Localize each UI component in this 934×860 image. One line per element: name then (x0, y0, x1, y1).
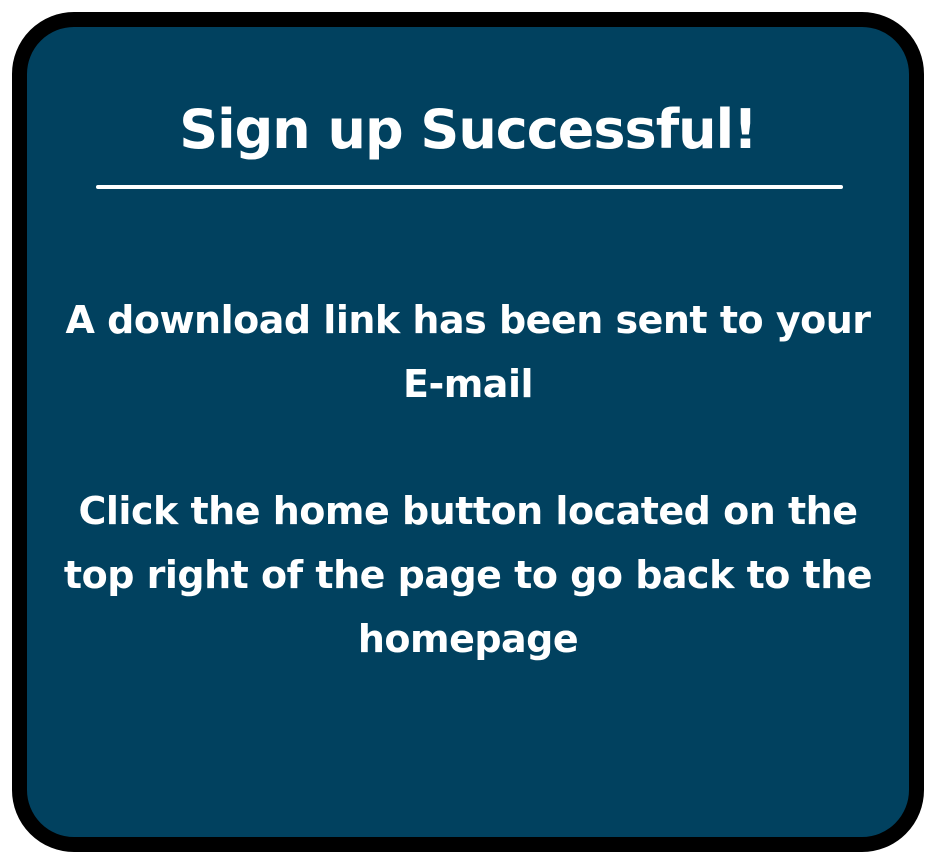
success-dialog: Sign up Successful! A download link has … (12, 12, 924, 852)
home-instruction-message: Click the home button located on the top… (63, 489, 873, 661)
title-divider (96, 185, 843, 189)
download-link-message: A download link has been sent to your E-… (65, 298, 872, 406)
dialog-title: Sign up Successful! (179, 98, 758, 161)
